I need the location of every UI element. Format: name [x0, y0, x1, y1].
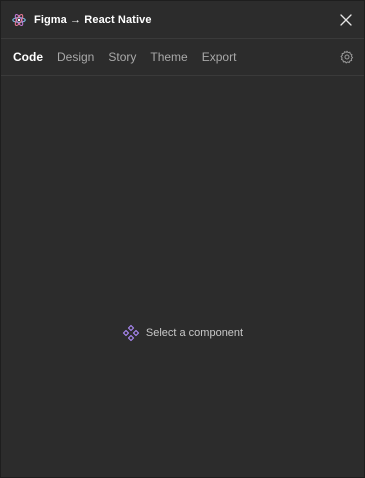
- tab-code[interactable]: Code: [13, 50, 43, 64]
- empty-state: Select a component: [1, 324, 364, 342]
- title-bar: Figma → React Native: [1, 1, 364, 39]
- tab-theme[interactable]: Theme: [150, 50, 187, 64]
- tab-bar: Code Design Story Theme Export: [1, 39, 364, 76]
- window-title: Figma → React Native: [34, 13, 152, 26]
- tab-export[interactable]: Export: [202, 50, 237, 64]
- tab-design[interactable]: Design: [57, 50, 94, 64]
- plugin-window: Figma → React Native Code Design Story T…: [0, 0, 365, 478]
- component-icon: [122, 324, 140, 342]
- tab-story[interactable]: Story: [108, 50, 136, 64]
- empty-state-message: Select a component: [145, 327, 244, 339]
- close-icon[interactable]: [338, 12, 354, 28]
- react-atom-icon: [12, 13, 26, 27]
- gear-icon[interactable]: [340, 50, 354, 64]
